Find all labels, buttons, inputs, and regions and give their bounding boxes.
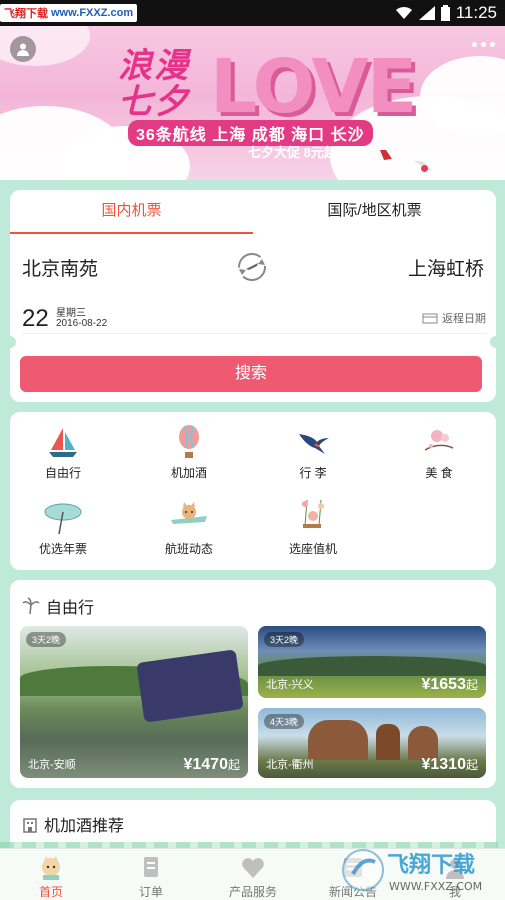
watermark-title: 飞翔下载 [387,852,475,878]
departure-date[interactable]: 22 星期三 2016-08-22 返程日期 [22,302,486,334]
site-url: www.FXXZ.com [51,7,134,19]
category-food[interactable]: 美 食 [394,424,484,481]
order-icon [144,857,158,877]
watermark-url: WWW.FXXZ.COM [389,880,482,893]
duration-badge: 4天3晚 [264,714,305,729]
section-title-label: 机加酒推荐 [44,818,125,835]
heart-icon [242,858,264,878]
site-watermark-badge: 飞翔下载 www.FXXZ.com [0,4,138,22]
route-label: 北京-衢州 [266,759,314,771]
sailboat-icon [49,428,77,457]
travel-tile[interactable]: 3天2晚 北京-安顺 ¥1470起 [20,626,248,778]
search-button[interactable]: 搜索 [20,356,482,392]
departure-city[interactable]: 北京南苑 [22,254,98,281]
carousel-indicator[interactable] [421,165,493,172]
arrival-city[interactable]: 上海虹桥 [408,254,484,281]
tab-products[interactable]: 产品服务 [208,855,298,900]
category-luggage[interactable]: 行 李 [268,424,358,481]
category-free-travel[interactable]: 自由行 [18,424,108,481]
flower-icon [424,430,454,451]
category-grid: 自由行 机加酒 行 李 美 食 优选年票 航班动态 选座值机 [10,412,496,570]
tab-label: 产品服务 [228,885,277,899]
plane-cat-icon [171,502,207,524]
swallow-icon [299,434,329,454]
carousel-dot[interactable] [447,165,454,172]
tab-label: 订单 [138,885,163,899]
route-label: 北京-兴义 [266,679,314,691]
home-icon [42,856,60,880]
category-seat-checkin[interactable]: 选座值机 [268,500,358,557]
date-full: 2016-08-22 [56,318,108,329]
category-flight-hotel[interactable]: 机加酒 [144,424,234,481]
section-title: 机加酒推荐 [22,812,124,836]
more-menu-button[interactable] [472,42,495,47]
palm-tree-icon [22,597,40,615]
site-name: 飞翔下载 [4,8,48,20]
category-label: 选座值机 [288,542,337,556]
swap-cities-icon[interactable] [235,250,269,284]
return-date-button[interactable]: 返程日期 [422,310,486,326]
price: ¥1470起 [183,756,240,773]
card-notch [4,336,16,348]
status-icons: 11:25 [395,3,497,23]
signal-icon [418,6,435,20]
hot-air-balloon-icon [179,425,199,458]
banner-line1: 浪漫 [118,46,190,86]
swing-icon [302,500,324,528]
status-bar: 飞翔下载 www.FXXZ.com 11:25 [0,0,505,26]
carousel-dot[interactable] [434,165,441,172]
carousel-dot[interactable] [460,165,467,172]
carousel-dot[interactable] [421,165,428,172]
price: ¥1310起 [421,756,478,773]
carousel-dot[interactable] [473,165,480,172]
flight-search-card: 国内机票 国际/地区机票 北京南苑 上海虹桥 22 星期三 2016-08-22… [4,190,502,402]
tab-orders[interactable]: 订单 [106,855,196,900]
duration-badge: 3天2晚 [26,632,67,647]
tab-domestic[interactable]: 国内机票 [10,190,253,234]
return-date-label: 返程日期 [442,313,486,325]
date-day: 22 [22,305,49,332]
category-label: 美 食 [425,466,453,480]
section-title: 自由行 [22,594,94,618]
category-label: 机加酒 [170,466,207,480]
tab-international[interactable]: 国际/地区机票 [253,190,496,234]
price: ¥1653起 [421,676,478,693]
carousel-dot[interactable] [486,165,493,172]
category-flight-status[interactable]: 航班动态 [144,500,234,557]
banner-line2: 七夕 [118,82,190,122]
category-label: 自由行 [44,466,81,480]
umbrella-icon [44,503,82,535]
hotel-icon [23,818,37,833]
banner-promo: 七夕大促 8元起 [248,145,337,160]
travel-tile[interactable]: 4天3晚 北京-衢州 ¥1310起 [258,708,486,778]
site-watermark: 飞翔下载 WWW.FXXZ.COM [342,849,482,893]
date-weekday: 星期三 [56,308,86,319]
tab-home[interactable]: 首页 [6,855,96,900]
duration-badge: 3天2晚 [264,632,305,647]
route-row: 北京南苑 上海虹桥 [22,252,484,282]
tab-label: 首页 [38,885,63,899]
category-label: 航班动态 [164,542,213,556]
ticket-type-tabs: 国内机票 国际/地区机票 [10,190,496,234]
promo-banner[interactable]: 浪漫 七夕 LOVE 36条航线 上海 成都 海口 长沙 七夕大促 8元起 [0,26,505,180]
user-avatar-icon [17,43,29,56]
battery-icon [440,5,450,21]
category-label: 优选年票 [38,542,87,556]
wifi-icon [395,6,412,19]
avatar[interactable] [10,36,36,62]
banner-headline: 浪漫 七夕 [118,48,190,120]
banner-love-text: LOVE [210,44,417,130]
category-annual-pass[interactable]: 优选年票 [18,500,108,557]
calendar-icon [422,313,438,324]
section-title-label: 自由行 [46,600,95,617]
free-travel-section: 自由行 3天2晚 北京-安顺 ¥1470起 3天2晚 北京-兴义 ¥1653起 … [10,580,496,788]
route-label: 北京-安顺 [28,759,76,771]
clock: 11:25 [455,3,497,22]
category-label: 行 李 [299,466,327,480]
travel-tile[interactable]: 3天2晚 北京-兴义 ¥1653起 [258,626,486,698]
card-notch [490,336,502,348]
